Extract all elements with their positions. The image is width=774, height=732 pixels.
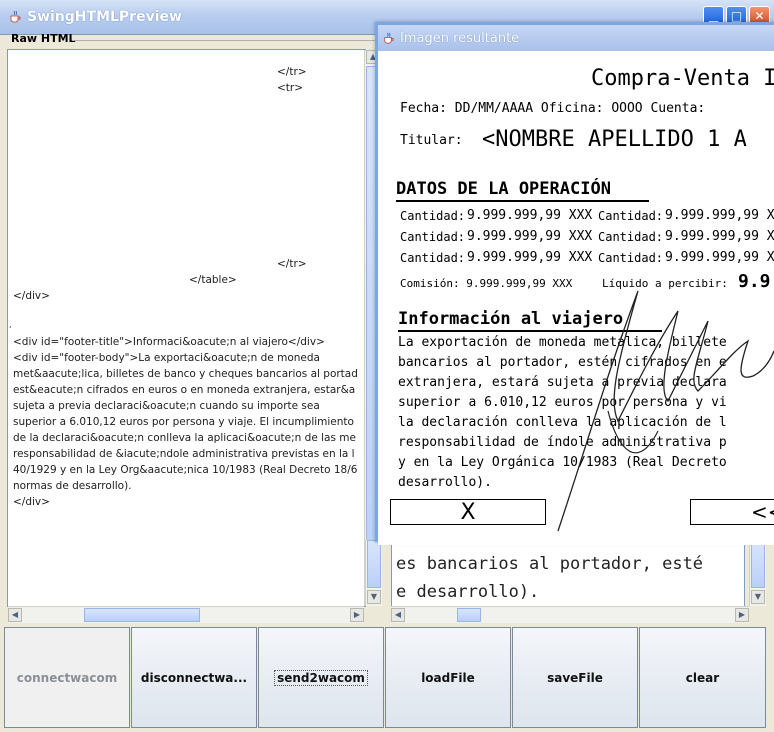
scroll-thumb[interactable] [751,540,765,588]
section-underline [396,200,649,202]
preview-text-line: e desarrollo). [396,582,540,602]
back-button[interactable]: << [690,499,774,525]
qty-value: 9.999.999,99 XXX [467,229,593,244]
code-line: </table> [189,274,237,286]
preview-window: Imagen resultante Compra-Venta I Fecha: … [375,22,774,545]
minimize-icon: ▁ [708,9,719,23]
code-line: <div id="footer-title">Informaci&oacute;… [13,336,325,348]
code-line: </tr> [277,258,307,270]
code-line: responsabilidad de &iacute;ndole adminis… [13,448,355,460]
code-line: de la declaraci&oacute;n conlleva la apl… [13,432,356,444]
group-divider [72,40,378,41]
maximize-icon: □ [730,9,743,23]
qty-label: Cantidad: [400,230,466,244]
right-vertical-scrollbar[interactable]: ▼ [749,540,766,606]
doc-title: Compra-Venta I [591,66,774,91]
code-line: </div> [13,496,50,508]
code-line: <tr> [277,82,304,94]
java-cup-icon [10,10,21,23]
body-line: desarrollo). [398,475,492,490]
java-cup-icon [384,32,394,44]
scroll-down-arrow-icon[interactable]: ▼ [751,590,765,604]
raw-horizontal-scrollbar[interactable]: ◀ ▶ [8,606,364,623]
raw-html-editor[interactable]: </tr> <tr> </tr> </table> </div> <div id… [7,49,366,607]
titular-label: Titular: [400,133,463,148]
clear-button[interactable]: clear [639,627,766,728]
window-title: SwingHTMLPreview [27,9,182,25]
code-line: </tr> [277,66,307,78]
scroll-thumb[interactable] [84,608,200,622]
scroll-thumb[interactable] [367,540,381,588]
scroll-thumb[interactable] [457,608,481,622]
section-operacion: DATOS DE LA OPERACIÓN [396,179,611,199]
code-line: normas de desarrollo). [13,480,132,492]
right-horizontal-scrollbar[interactable]: ◀ ▶ [391,606,749,623]
fecha-line: Fecha: DD/MM/AAAA Oficina: OOOO Cuenta: [400,101,706,116]
code-line: 40/1929 y en la Ley Org&aacute;nica 10/1… [13,464,358,476]
preview-title: Imagen resultante [400,31,520,46]
code-line: <div id="footer-body">La exportaci&oacut… [13,352,320,364]
titular-value: <NOMBRE APELLIDO 1 A [482,127,747,152]
code-line: est&eacute;n cifrados en euros o en mone… [13,384,356,396]
code-line: </div> [13,290,50,302]
scroll-left-arrow-icon[interactable]: ◀ [391,608,405,622]
scroll-down-arrow-icon[interactable]: ▼ [367,590,381,604]
qty-label: Cantidad: [598,230,664,244]
qty-value: 9.999.999,99 X [665,229,774,244]
comision: Comisión: 9.999.999,99 XXX [400,277,573,290]
scroll-right-arrow-icon[interactable]: ▶ [735,608,749,622]
send2wacom-label: send2wacom [274,670,368,686]
close-icon: ✕ [754,9,765,23]
qty-label: Cantidad: [598,209,664,223]
raw-html-label: Raw HTML [11,32,76,45]
qty-label: Cantidad: [598,251,664,265]
qty-value: 9.999.999,99 X [665,208,774,223]
caret-mark: , [9,320,12,329]
qty-value: 9.999.999,99 X [665,250,774,265]
qty-value: 9.999.999,99 XXX [467,208,593,223]
savefile-button[interactable]: saveFile [512,627,638,728]
loadfile-button[interactable]: loadFile [385,627,511,728]
button-bar: connectwacom disconnectwa... send2wacom … [4,627,770,728]
scroll-left-arrow-icon[interactable]: ◀ [8,608,22,622]
preview-title-bar[interactable]: Imagen resultante [378,25,774,51]
raw-html-panel: Raw HTML </tr> <tr> </tr> </table> </div… [0,32,384,625]
preview-html-pane[interactable]: es bancarios al portador, esté e desarro… [391,540,745,608]
disconnectwacom-button[interactable]: disconnectwa... [131,627,257,728]
qty-label: Cantidad: [400,251,466,265]
preview-text-line: es bancarios al portador, esté [396,554,704,574]
code-line: met&aacute;lica, billetes de banco y che… [13,368,358,380]
code-line: superior a 6.010,12 euros por persona y … [13,416,354,428]
cancel-x-button[interactable]: X [390,499,546,525]
right-left-scrollbar[interactable]: ▼ [365,540,382,606]
result-image: Compra-Venta I Fecha: DD/MM/AAAA Oficina… [378,51,774,545]
qty-label: Cantidad: [400,209,466,223]
qty-value: 9.999.999,99 XXX [467,250,593,265]
code-line: sujeta a previa declaraci&oacute;n cuand… [13,400,320,412]
connectwacom-button[interactable]: connectwacom [4,627,130,728]
send2wacom-button[interactable]: send2wacom [258,627,384,728]
scroll-right-arrow-icon[interactable]: ▶ [350,608,364,622]
